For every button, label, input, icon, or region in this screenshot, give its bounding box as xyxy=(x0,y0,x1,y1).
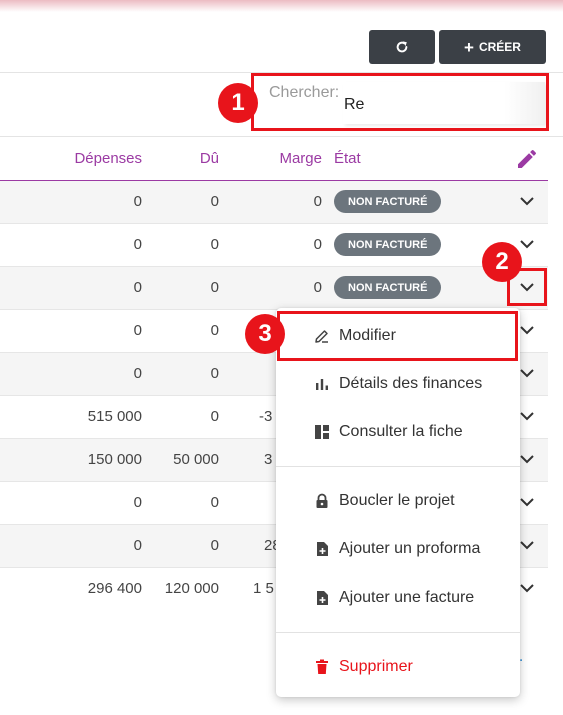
cell-du: 0 xyxy=(210,322,219,339)
cell-du: 0 xyxy=(210,193,219,210)
menu-item-label: Ajouter un proforma xyxy=(339,540,481,557)
menu-item-boucler-projet[interactable]: Boucler le projet xyxy=(276,481,520,521)
cell-du: 0 xyxy=(210,365,219,382)
annotation-box-modifier xyxy=(277,311,518,361)
chevron-down-icon[interactable] xyxy=(517,234,537,254)
menu-item-details-finances[interactable]: Détails des finances xyxy=(276,364,520,404)
chevron-down-icon[interactable] xyxy=(517,449,537,469)
lock-icon xyxy=(316,493,328,508)
annotation-number-2: 2 xyxy=(482,242,522,282)
refresh-icon xyxy=(396,41,408,53)
note-add-icon xyxy=(317,542,328,556)
edit-columns-icon[interactable] xyxy=(515,147,539,171)
cell-depenses: 0 xyxy=(133,365,142,382)
menu-item-ajouter-facture[interactable]: Ajouter une facture xyxy=(276,578,520,618)
note-add-icon xyxy=(317,591,328,605)
cell-du: 0 xyxy=(210,537,219,554)
table-row: 0 0 0 NON FACTURÉ xyxy=(0,181,548,224)
cell-marge: 0 xyxy=(313,236,322,253)
cell-marge: 0 xyxy=(313,193,322,210)
cell-depenses: 296 400 xyxy=(87,580,142,597)
chevron-down-icon[interactable] xyxy=(517,363,537,383)
cell-du: 120 000 xyxy=(164,580,219,597)
menu-item-label: Supprimer xyxy=(339,658,413,675)
cell-depenses: 0 xyxy=(133,322,142,339)
menu-divider xyxy=(276,466,520,467)
menu-item-ajouter-proforma[interactable]: Ajouter un proforma xyxy=(276,529,520,569)
cell-du: 50 000 xyxy=(173,451,219,468)
status-badge: NON FACTURÉ xyxy=(334,190,442,213)
menu-item-label: Boucler le projet xyxy=(339,492,455,509)
header-top-divider xyxy=(0,136,563,137)
chevron-down-icon[interactable] xyxy=(517,320,537,340)
chevron-down-icon[interactable] xyxy=(517,406,537,426)
chevron-down-icon[interactable] xyxy=(517,492,537,512)
cell-du: 0 xyxy=(210,236,219,253)
annotation-box-search xyxy=(251,73,549,131)
cell-depenses: 150 000 xyxy=(87,451,142,468)
row-actions-menu: Modifier Détails des finances Consulter … xyxy=(276,308,520,697)
table-row: 0 0 0 NON FACTURÉ xyxy=(0,224,548,267)
menu-divider xyxy=(276,632,520,633)
column-header-depenses[interactable]: Dépenses xyxy=(74,150,142,167)
annotation-number-1: 1 xyxy=(218,83,258,123)
menu-item-label: Ajouter une facture xyxy=(339,589,475,606)
cell-depenses: 0 xyxy=(133,537,142,554)
bar-chart-icon xyxy=(316,379,328,390)
dashboard-icon xyxy=(315,425,329,439)
cell-du: 0 xyxy=(210,279,219,296)
create-label: CRÉER xyxy=(478,40,521,54)
cell-depenses: 0 xyxy=(133,193,142,210)
column-header-du[interactable]: Dû xyxy=(200,150,219,167)
cell-depenses: 0 xyxy=(133,279,142,296)
cell-depenses: 0 xyxy=(133,494,142,511)
chevron-down-icon[interactable] xyxy=(517,535,537,555)
menu-item-consulter-fiche[interactable]: Consulter la fiche xyxy=(276,412,520,452)
chevron-down-icon[interactable] xyxy=(517,191,537,211)
status-badge: NON FACTURÉ xyxy=(334,233,442,256)
cell-marge: -3 xyxy=(259,408,273,425)
cell-du: 0 xyxy=(210,408,219,425)
cell-du: 0 xyxy=(210,494,219,511)
trash-icon xyxy=(316,659,328,674)
menu-item-label: Détails des finances xyxy=(339,375,483,392)
menu-item-supprimer[interactable]: Supprimer xyxy=(276,647,520,687)
menu-item-label: Consulter la fiche xyxy=(339,423,463,440)
cell-marge: 1 5 xyxy=(253,580,274,597)
cell-marge: 3 xyxy=(264,451,273,468)
cell-depenses: 0 xyxy=(133,236,142,253)
chevron-down-icon[interactable] xyxy=(517,578,537,598)
top-shadow xyxy=(0,0,563,12)
status-badge: NON FACTURÉ xyxy=(334,276,442,299)
create-button[interactable]: + CRÉER xyxy=(439,30,546,64)
cell-marge: 0 xyxy=(313,279,322,296)
column-header-etat[interactable]: État xyxy=(334,150,361,167)
plus-icon: + xyxy=(464,37,474,57)
cell-depenses: 515 000 xyxy=(87,408,142,425)
annotation-number-3: 3 xyxy=(245,314,285,354)
column-header-marge[interactable]: Marge xyxy=(279,150,322,167)
table-row: 0 0 0 NON FACTURÉ xyxy=(0,267,548,310)
refresh-button[interactable] xyxy=(369,30,435,64)
